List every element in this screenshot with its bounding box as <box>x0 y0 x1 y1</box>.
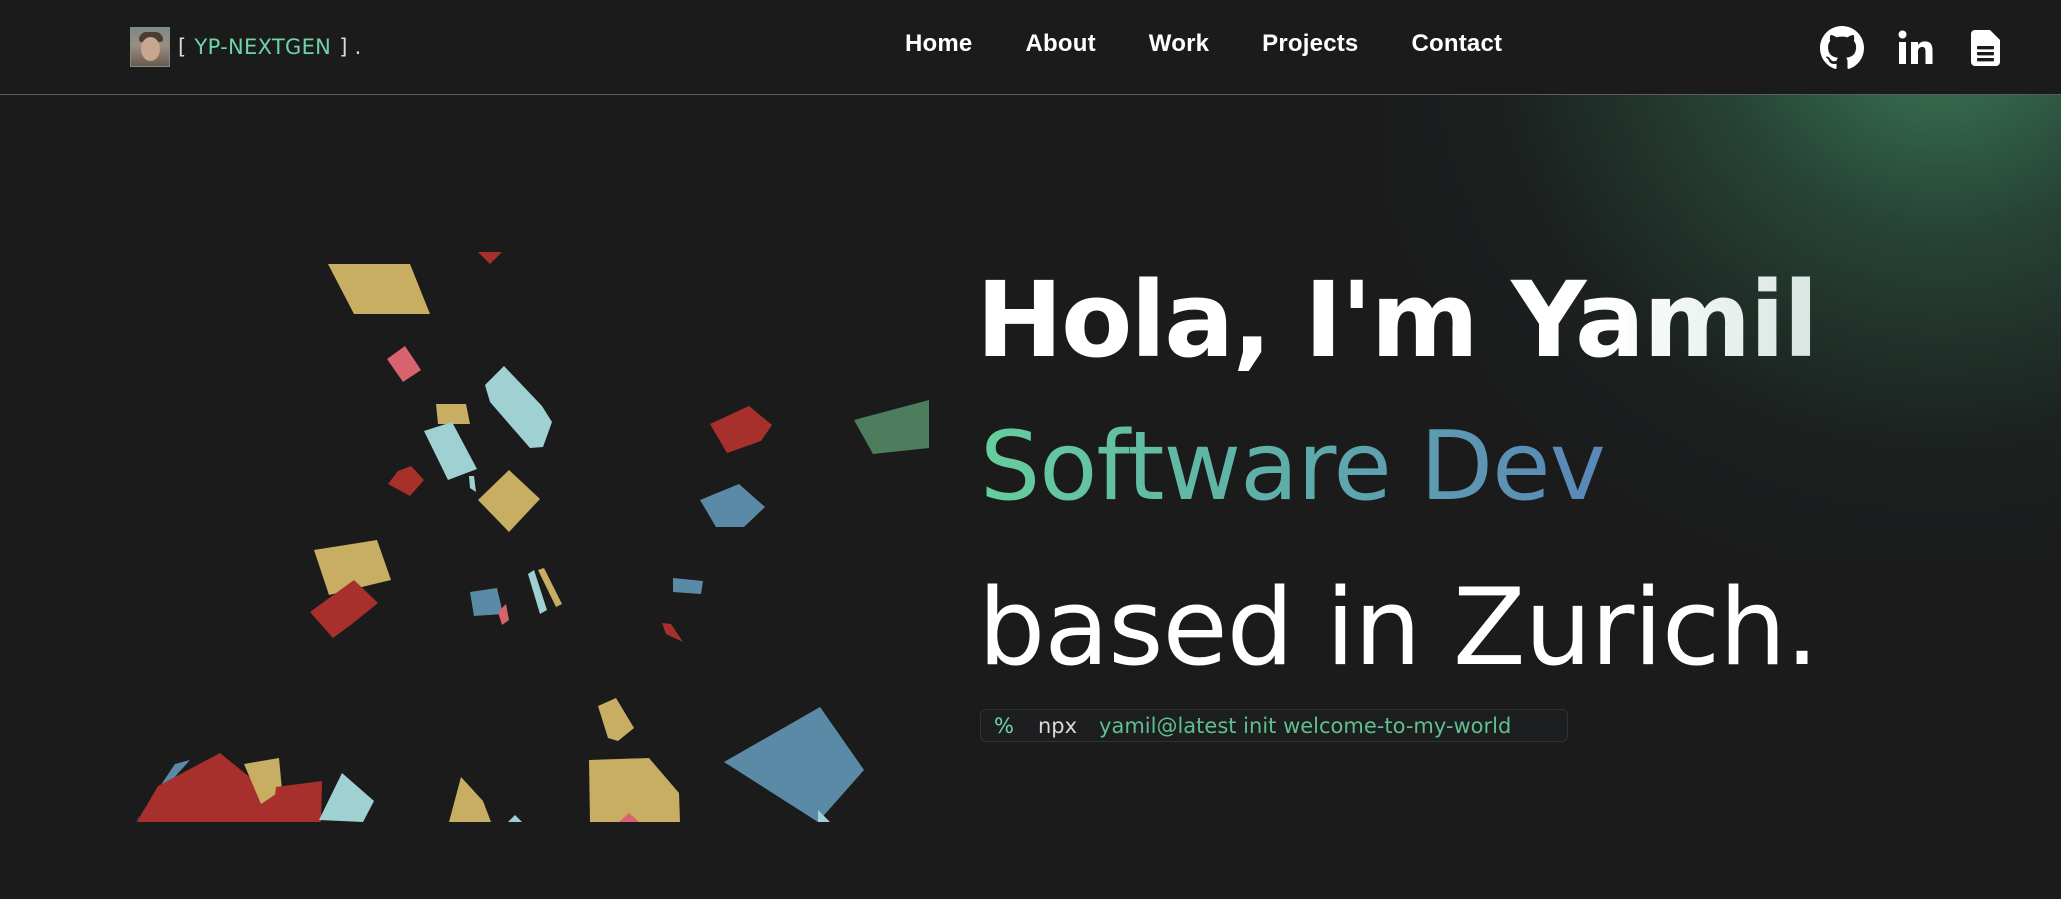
nav-projects[interactable]: Projects <box>1262 30 1358 58</box>
document-icon[interactable] <box>1970 29 2002 71</box>
nav-work[interactable]: Work <box>1149 30 1209 58</box>
brand-bracket-open: [ <box>178 35 187 59</box>
main-nav: Home About Work Projects Contact <box>905 30 1502 58</box>
nav-about[interactable]: About <box>1025 30 1095 58</box>
nav-home[interactable]: Home <box>905 30 972 58</box>
terminal-args: yamil@latest init welcome-to-my-world <box>1099 713 1512 738</box>
social-links <box>1820 26 2002 74</box>
brand[interactable]: [ YP-NEXTGEN ] . <box>130 25 362 69</box>
github-icon[interactable] <box>1820 26 1864 74</box>
brand-bracket-close: ] . <box>339 35 362 59</box>
terminal-prompt: % <box>994 713 1014 738</box>
nav-contact[interactable]: Contact <box>1411 30 1502 58</box>
navbar: [ YP-NEXTGEN ] . Home About Work Project… <box>0 0 2061 95</box>
hero-role: Software Dev <box>980 412 1606 522</box>
brand-text: [ YP-NEXTGEN ] . <box>178 35 362 59</box>
hero-greeting: Hola, I'm Yamil <box>976 259 1819 381</box>
terminal-command: % npx yamil@latest init welcome-to-my-wo… <box>980 709 1568 742</box>
hero-location: based in Zurich. <box>978 566 1819 689</box>
avatar <box>130 27 170 67</box>
brand-name: YP-NEXTGEN <box>194 35 332 59</box>
linkedin-icon[interactable] <box>1897 28 1937 72</box>
terminal-cmd: npx <box>1037 713 1078 738</box>
